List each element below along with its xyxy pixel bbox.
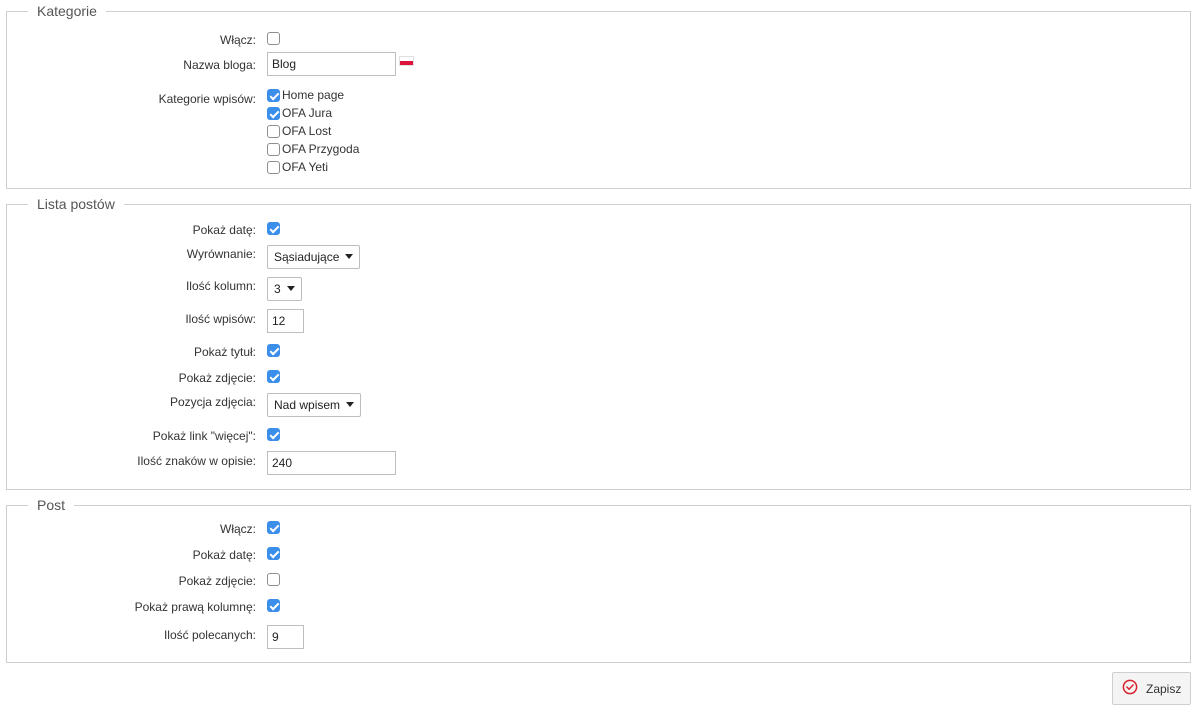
- lp-pokaz-zdjecie-label: Pokaż zdjęcie:: [178, 371, 256, 385]
- post-title: Post: [28, 496, 75, 514]
- lista-postow-title: Lista postów: [28, 195, 124, 213]
- pokaz-tytul-checkbox[interactable]: [267, 344, 280, 357]
- pokaz-tytul-label: Pokaż tytuł:: [193, 345, 256, 359]
- save-button-label: Zapisz: [1146, 681, 1182, 696]
- post-wlacz-checkbox[interactable]: [267, 521, 280, 534]
- pokaz-prawa-kolumne-row: Pokaż prawą kolumnę:: [7, 595, 1190, 619]
- category-item[interactable]: OFA Lost: [267, 123, 359, 141]
- post-wlacz-label: Włącz:: [220, 522, 256, 536]
- lp-pokaz-zdjecie-row: Pokaż zdjęcie:: [7, 366, 1190, 390]
- pozycja-zdjecia-row: Pozycja zdjęcia: Nad wpisem: [7, 393, 1190, 417]
- ilosc-znakow-label: Ilość znaków w opisie:: [137, 454, 256, 468]
- nazwa-bloga-row: Nazwa bloga:: [7, 52, 1190, 76]
- kategorie-section: Kategorie Włącz: Nazwa bloga: Kategorie …: [6, 2, 1191, 189]
- ilosc-kolumn-row: Ilość kolumn: 3: [7, 277, 1190, 301]
- kategorie-wlacz-checkbox[interactable]: [267, 32, 280, 45]
- pokaz-link-row: Pokaż link "więcej":: [7, 424, 1190, 448]
- wyrownanie-value: Sąsiadujące: [274, 250, 340, 264]
- kategorie-wlacz-label: Włącz:: [220, 33, 256, 47]
- ilosc-polecanych-row: Ilość polecanych:: [7, 625, 1190, 649]
- pokaz-tytul-row: Pokaż tytuł:: [7, 340, 1190, 364]
- lp-pokaz-date-label: Pokaż datę:: [192, 223, 256, 237]
- kategorie-wpisow-label: Kategorie wpisów:: [158, 92, 256, 106]
- post-pokaz-date-checkbox[interactable]: [267, 547, 280, 560]
- pokaz-link-checkbox[interactable]: [267, 428, 280, 441]
- category-item[interactable]: Home page: [267, 87, 359, 105]
- post-pokaz-date-row: Pokaż datę:: [7, 543, 1190, 567]
- ilosc-wpisow-row: Ilość wpisów:: [7, 309, 1190, 333]
- pokaz-link-label: Pokaż link "więcej":: [152, 429, 256, 443]
- post-section: Post Włącz: Pokaż datę: Pokaż zdjęcie: P…: [6, 496, 1191, 663]
- ilosc-znakow-row: Ilość znaków w opisie:: [7, 451, 1190, 475]
- wyrownanie-dropdown[interactable]: Sąsiadujące: [267, 245, 361, 269]
- wyrownanie-row: Wyrównanie: Sąsiadujące: [7, 245, 1190, 269]
- nazwa-bloga-input[interactable]: [267, 52, 396, 76]
- category-label: OFA Yeti: [282, 160, 329, 174]
- ilosc-polecanych-input[interactable]: [267, 625, 304, 649]
- ilosc-kolumn-value: 3: [274, 282, 281, 296]
- ilosc-znakow-input[interactable]: [267, 451, 396, 475]
- category-checkbox[interactable]: [267, 125, 280, 138]
- wyrownanie-label: Wyrównanie:: [186, 247, 256, 261]
- ilosc-wpisow-input[interactable]: [267, 309, 304, 333]
- chevron-down-icon: [345, 254, 354, 259]
- nazwa-bloga-label: Nazwa bloga:: [183, 58, 256, 72]
- post-pokaz-date-label: Pokaż datę:: [192, 548, 256, 562]
- category-item[interactable]: OFA Przygoda: [267, 141, 359, 159]
- pokaz-prawa-kolumne-checkbox[interactable]: [267, 599, 280, 612]
- kategorie-wlacz-row: Włącz:: [7, 28, 1190, 52]
- save-button[interactable]: Zapisz: [1112, 672, 1191, 705]
- lp-pokaz-zdjecie-checkbox[interactable]: [267, 370, 280, 383]
- pl-flag-icon[interactable]: [399, 56, 414, 66]
- category-label: OFA Lost: [282, 124, 332, 138]
- pozycja-zdjecia-dropdown[interactable]: Nad wpisem: [267, 393, 362, 417]
- post-wlacz-row: Włącz:: [7, 517, 1190, 541]
- kategorie-wpisow-list: Home page OFA Jura OFA Lost OFA Przygoda…: [267, 87, 359, 177]
- category-item[interactable]: OFA Yeti: [267, 159, 359, 177]
- lp-pokaz-date-checkbox[interactable]: [267, 222, 280, 235]
- category-checkbox[interactable]: [267, 143, 280, 156]
- category-label: OFA Jura: [282, 106, 333, 120]
- post-pokaz-zdjecie-label: Pokaż zdjęcie:: [178, 574, 256, 588]
- kategorie-title: Kategorie: [28, 2, 106, 20]
- kategorie-wpisow-row: Kategorie wpisów: Home page OFA Jura OFA…: [7, 87, 1190, 179]
- pozycja-zdjecia-label: Pozycja zdjęcia:: [169, 395, 256, 409]
- pozycja-zdjecia-value: Nad wpisem: [274, 398, 341, 412]
- category-checkbox[interactable]: [267, 161, 280, 174]
- ilosc-kolumn-label: Ilość kolumn:: [185, 279, 256, 293]
- chevron-down-icon: [346, 402, 355, 407]
- lista-postow-section: Lista postów Pokaż datę: Wyrównanie: Sąs…: [6, 195, 1191, 490]
- post-pokaz-zdjecie-row: Pokaż zdjęcie:: [7, 569, 1190, 593]
- category-item[interactable]: OFA Jura: [267, 105, 359, 123]
- post-pokaz-zdjecie-checkbox[interactable]: [267, 573, 280, 586]
- lp-pokaz-date-row: Pokaż datę:: [7, 218, 1190, 242]
- category-checkbox[interactable]: [267, 107, 280, 120]
- ilosc-polecanych-label: Ilość polecanych:: [163, 628, 256, 642]
- chevron-down-icon: [286, 286, 295, 291]
- category-label: Home page: [282, 88, 345, 102]
- check-circle-icon: [1122, 679, 1138, 698]
- ilosc-kolumn-dropdown[interactable]: 3: [267, 277, 302, 301]
- category-checkbox[interactable]: [267, 89, 280, 102]
- pokaz-prawa-kolumne-label: Pokaż prawą kolumnę:: [134, 600, 256, 614]
- ilosc-wpisow-label: Ilość wpisów:: [185, 312, 256, 326]
- category-label: OFA Przygoda: [282, 142, 360, 156]
